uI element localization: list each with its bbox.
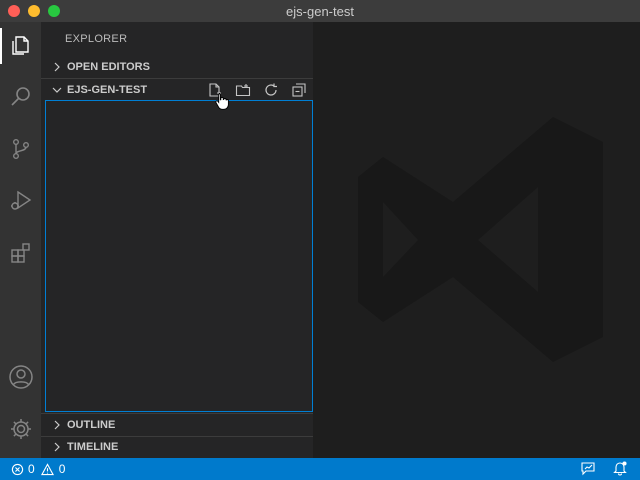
- window-controls: [8, 5, 60, 17]
- activity-explorer[interactable]: [0, 24, 41, 68]
- window-title: ejs-gen-test: [286, 3, 354, 19]
- collapse-all-icon[interactable]: [291, 82, 307, 98]
- status-right: [580, 458, 628, 480]
- chevron-right-icon: [49, 439, 65, 455]
- section-label: TIMELINE: [67, 441, 119, 453]
- section-label: OPEN EDITORS: [67, 61, 150, 73]
- section-outline[interactable]: OUTLINE: [45, 414, 313, 436]
- error-icon: [10, 462, 24, 476]
- feedback-icon[interactable]: [580, 460, 596, 479]
- status-bar: 0 0: [0, 458, 640, 480]
- gear-icon: [10, 419, 31, 439]
- activity-search[interactable]: [0, 75, 41, 119]
- section-label: OUTLINE: [67, 419, 116, 431]
- error-count: 0: [28, 462, 35, 476]
- activity-source-control[interactable]: [0, 127, 41, 171]
- title-bar: ejs-gen-test: [0, 0, 640, 22]
- minimize-window-button[interactable]: [28, 5, 40, 17]
- activity-bar: [0, 22, 41, 458]
- chevron-right-icon: [49, 59, 65, 75]
- extensions-icon: [10, 243, 30, 263]
- chevron-right-icon: [49, 417, 65, 433]
- run-debug-icon: [10, 190, 31, 210]
- activity-extensions[interactable]: [0, 231, 41, 275]
- vscode-logo-watermark: [358, 117, 603, 362]
- close-window-button[interactable]: [8, 5, 20, 17]
- section-open-editors[interactable]: OPEN EDITORS: [45, 56, 313, 78]
- search-icon: [10, 87, 30, 106]
- refresh-icon[interactable]: [263, 82, 279, 98]
- chevron-down-icon: [49, 82, 65, 98]
- file-tree[interactable]: [45, 100, 313, 412]
- explorer-sidebar: EXPLORER OPEN EDITORS EJS-GEN-TEST OUTLI…: [41, 22, 313, 458]
- section-label: EJS-GEN-TEST: [67, 84, 148, 96]
- files-icon: [11, 36, 29, 55]
- pointer-cursor-icon: [215, 93, 229, 110]
- activity-manage[interactable]: [0, 407, 41, 451]
- new-folder-icon[interactable]: [235, 82, 251, 98]
- source-control-icon: [12, 139, 29, 160]
- section-workspace[interactable]: EJS-GEN-TEST: [45, 79, 313, 101]
- section-timeline[interactable]: TIMELINE: [45, 436, 313, 458]
- sidebar-title: EXPLORER: [65, 33, 128, 45]
- warning-icon: [41, 462, 55, 476]
- warning-count: 0: [58, 462, 66, 476]
- maximize-window-button[interactable]: [48, 5, 60, 17]
- activity-run-debug[interactable]: [0, 179, 41, 223]
- activity-accounts[interactable]: [0, 355, 41, 399]
- problems-indicator[interactable]: 0 0: [10, 462, 65, 476]
- editor-area[interactable]: [313, 22, 640, 458]
- account-icon: [8, 365, 33, 389]
- notifications-icon[interactable]: [612, 460, 628, 479]
